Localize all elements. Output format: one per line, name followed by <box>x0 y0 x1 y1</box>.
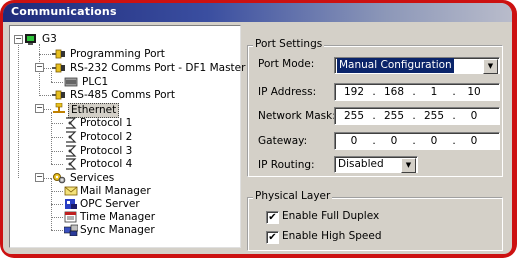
sync-manager-icon <box>63 224 79 237</box>
services-icon <box>52 172 66 184</box>
mask-dot: . <box>372 110 376 122</box>
protocol-icon <box>64 158 78 170</box>
port-mode-select[interactable]: Manual Configuration ▼ <box>334 57 500 74</box>
settings-panel: Port Settings Port Mode: Manual Configur… <box>247 25 504 251</box>
window: Communications − G3 Programming Port − R… <box>3 3 512 254</box>
tree-node-label: Protocol 4 <box>80 158 133 170</box>
ip-octet-1[interactable]: 192 <box>339 84 369 100</box>
protocol-icon <box>64 117 78 129</box>
high-speed-label[interactable]: Enable High Speed <box>282 230 382 242</box>
tree-node-label: Services <box>70 172 115 184</box>
tree-node-label: Time Manager <box>80 211 156 223</box>
port-mode-label: Port Mode: <box>258 58 315 70</box>
tree-line <box>18 42 19 178</box>
gateway-dot: . <box>412 135 416 147</box>
tree-line <box>51 164 63 165</box>
tree-node-label: PLC1 <box>82 76 109 88</box>
protocol-icon <box>64 145 78 157</box>
chevron-down-icon[interactable]: ▼ <box>401 158 416 173</box>
tree-node-label: Programming Port <box>70 48 165 60</box>
gateway-dot: . <box>452 135 456 147</box>
ip-address-label: IP Address: <box>258 86 317 98</box>
full-duplex-label[interactable]: Enable Full Duplex <box>282 210 379 222</box>
tree-line <box>51 204 63 205</box>
tree-line <box>39 54 51 55</box>
navigation-tree[interactable]: − G3 Programming Port − RS-232 Comms Por… <box>9 25 245 248</box>
gateway-octet-3[interactable]: 0 <box>419 133 449 149</box>
tree-line <box>43 109 51 110</box>
tree-line <box>51 137 63 138</box>
tree-node-label: Protocol 1 <box>80 117 133 129</box>
ip-routing-label: IP Routing: <box>258 159 315 171</box>
gateway-octet-4[interactable]: 0 <box>459 133 489 149</box>
window-frame: Communications − G3 Programming Port − R… <box>0 0 517 258</box>
tree-line <box>51 151 63 152</box>
network-mask-field[interactable]: 255 . 255 . 255 . 0 <box>334 107 500 125</box>
mask-octet-4[interactable]: 0 <box>459 108 489 124</box>
ip-octet-3[interactable]: 1 <box>419 84 449 100</box>
collapse-rs232-button[interactable]: − <box>35 63 44 72</box>
opc-server-icon <box>64 198 78 210</box>
tree-node-label: Sync Manager <box>80 224 155 236</box>
physical-layer-group <box>247 197 503 251</box>
mask-dot: . <box>452 110 456 122</box>
physical-layer-title: Physical Layer <box>253 190 333 202</box>
gateway-dot: . <box>372 135 376 147</box>
tree-node-label: RS-232 Comms Port - DF1 Master <box>70 62 246 74</box>
tree-line <box>51 82 63 83</box>
port-icon <box>52 48 66 60</box>
ip-routing-value: Disabled <box>338 158 384 170</box>
tree-line <box>51 230 63 231</box>
plc-icon <box>64 76 78 88</box>
tree-node-label: Protocol 3 <box>80 145 133 157</box>
high-speed-checkbox[interactable]: ✔ <box>266 231 279 244</box>
tree-line <box>39 95 51 96</box>
mask-octet-1[interactable]: 255 <box>339 108 369 124</box>
collapse-g3-button[interactable]: − <box>14 35 23 44</box>
full-duplex-checkbox[interactable]: ✔ <box>266 211 279 224</box>
time-manager-icon <box>64 211 78 223</box>
ip-routing-select[interactable]: Disabled ▼ <box>334 156 418 173</box>
title-bar[interactable]: Communications <box>3 3 512 22</box>
protocol-icon <box>64 131 78 143</box>
network-mask-label: Network Mask: <box>258 110 336 122</box>
port-settings-title: Port Settings <box>253 38 325 50</box>
tree-line <box>51 217 63 218</box>
collapse-services-button[interactable]: − <box>35 173 44 182</box>
tree-line <box>51 112 52 164</box>
gateway-label: Gateway: <box>258 135 308 147</box>
mask-octet-3[interactable]: 255 <box>419 108 449 124</box>
tree-node-label: OPC Server <box>80 198 140 210</box>
tree-node-label: Ethernet <box>68 103 120 118</box>
mask-dot: . <box>412 110 416 122</box>
ip-octet-2[interactable]: 168 <box>379 84 409 100</box>
ip-address-field[interactable]: 192 . 168 . 1 . 10 <box>334 83 500 101</box>
mask-octet-2[interactable]: 255 <box>379 108 409 124</box>
tree-line <box>51 191 63 192</box>
ip-dot: . <box>412 86 416 98</box>
ip-octet-4[interactable]: 10 <box>459 84 489 100</box>
tree-line <box>43 178 51 179</box>
chevron-down-icon[interactable]: ▼ <box>483 59 498 74</box>
device-icon <box>24 33 38 45</box>
ip-dot: . <box>372 86 376 98</box>
tree-node-label: G3 <box>42 33 57 45</box>
window-title: Communications <box>11 5 117 18</box>
mail-icon <box>64 185 78 197</box>
gateway-octet-1[interactable]: 0 <box>339 133 369 149</box>
tree-line <box>51 123 63 124</box>
port-icon <box>52 89 66 101</box>
ip-dot: . <box>452 86 456 98</box>
collapse-ethernet-button[interactable]: − <box>35 104 44 113</box>
port-mode-value: Manual Configuration <box>337 58 454 73</box>
tree-line <box>43 68 51 69</box>
port-icon <box>52 62 66 74</box>
tree-node-label: Protocol 2 <box>80 131 133 143</box>
gateway-octet-2[interactable]: 0 <box>379 133 409 149</box>
network-icon <box>52 102 66 115</box>
tree-node-label: RS-485 Comms Port <box>70 89 175 101</box>
gateway-field[interactable]: 0 . 0 . 0 . 0 <box>334 132 500 150</box>
tree-node-label: Mail Manager <box>80 185 151 197</box>
